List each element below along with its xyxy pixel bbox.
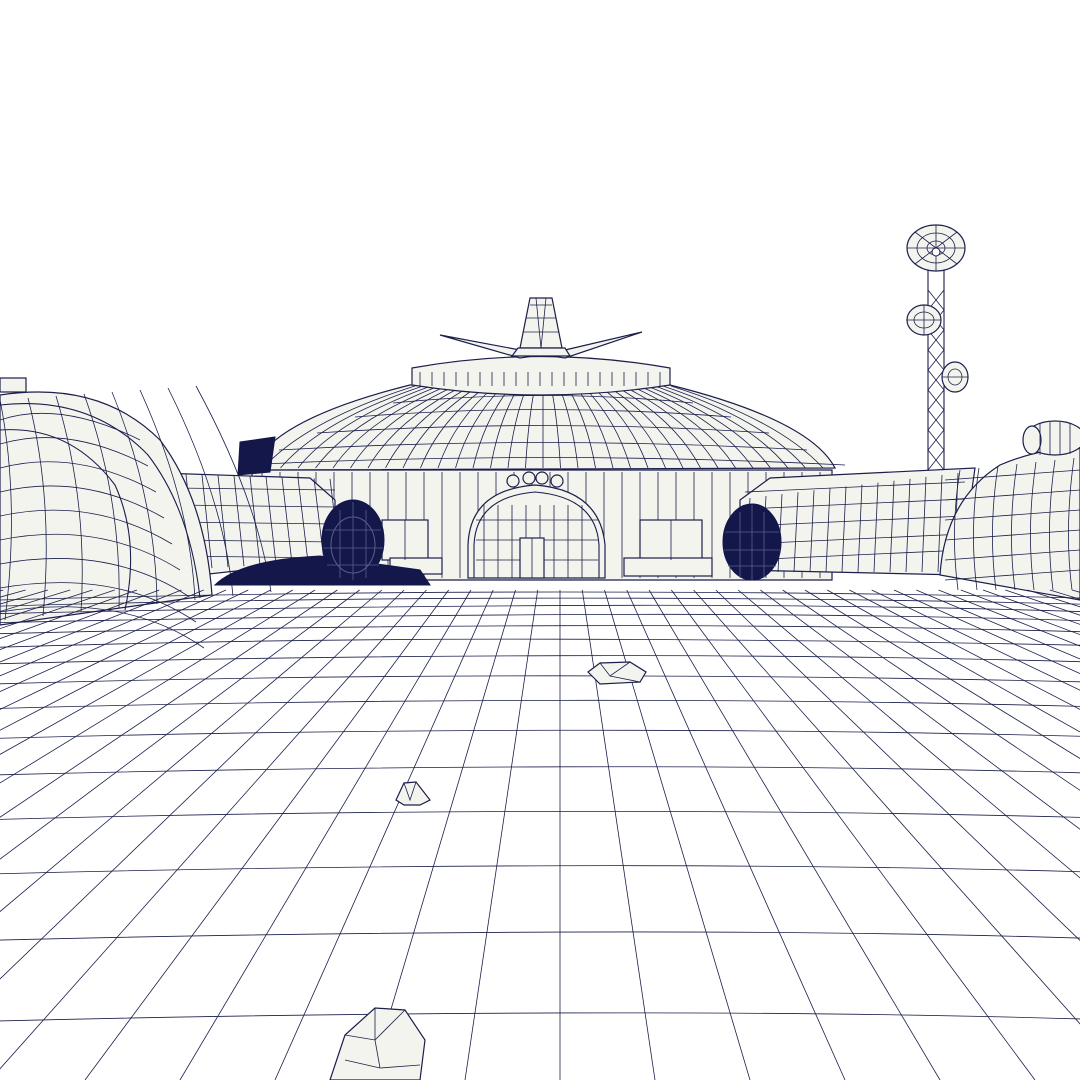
satellite-dish-top	[906, 224, 966, 272]
rock-left-small	[395, 781, 431, 806]
ground-grid	[0, 589, 1080, 1080]
satellite-dish-lower	[941, 361, 969, 393]
right-dome	[939, 420, 1080, 601]
ring-ribs	[419, 372, 661, 386]
wireframe-scene	[0, 224, 1080, 1080]
dome-top-ring	[411, 355, 671, 396]
satellite-dish-middle	[906, 304, 942, 336]
roof-cylinder-unit	[1022, 420, 1080, 456]
left-dome-vent	[0, 377, 27, 393]
rock-center	[587, 661, 647, 685]
tower-lattice	[927, 270, 945, 471]
rock-foreground	[329, 1007, 426, 1080]
star-spire	[439, 297, 643, 359]
antenna-tower	[906, 224, 969, 471]
right-egg-pod	[722, 503, 782, 581]
